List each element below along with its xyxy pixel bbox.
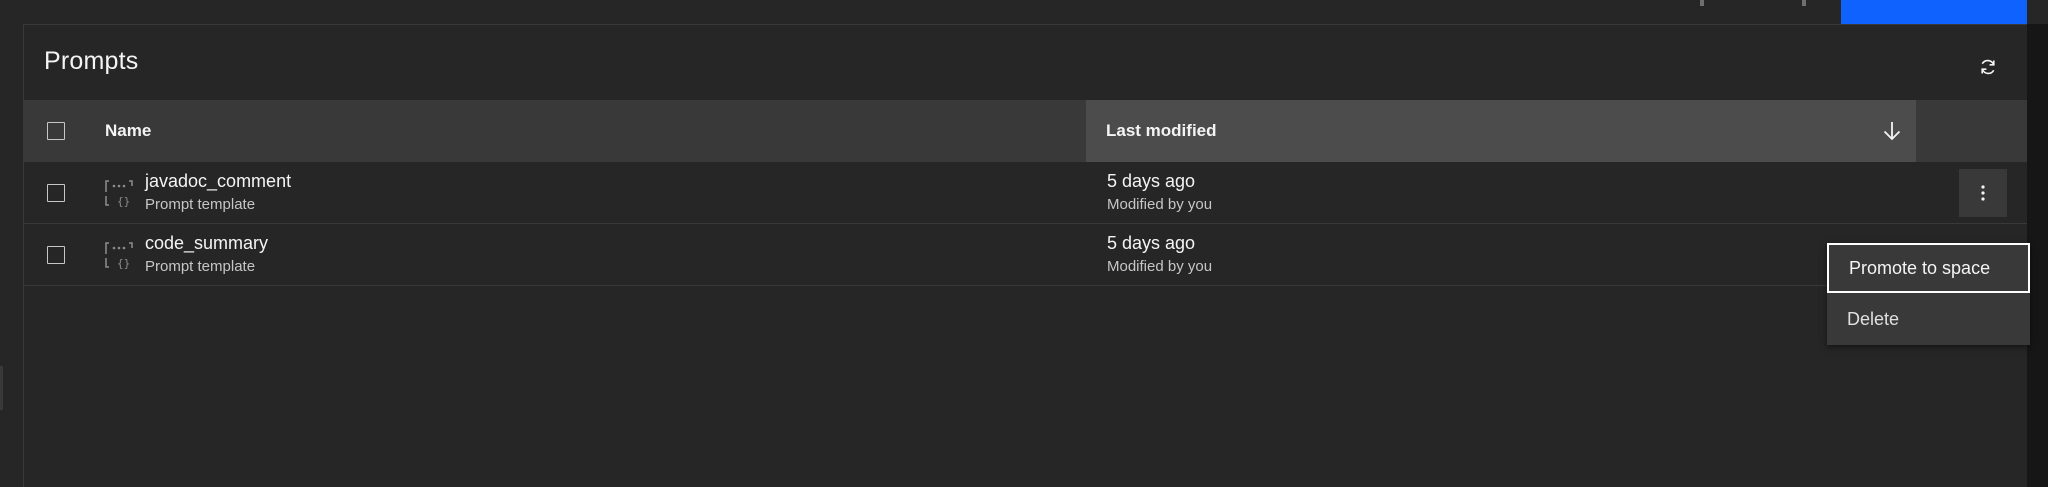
overflow-menu-vertical-icon [1981,185,1985,201]
menu-item-promote-to-space[interactable]: Promote to space [1827,243,2030,293]
table-header: Name Last modified [24,100,2027,162]
column-header-name[interactable]: Name [105,121,151,141]
table-row[interactable]: {} code_summary Prompt template 5 days a… [24,224,2027,286]
arrow-down-icon[interactable] [1879,118,1905,144]
menu-item-delete[interactable]: Delete [1827,294,2030,344]
prompt-template-icon: {} [105,242,133,270]
row-checkbox[interactable] [47,246,65,264]
top-bar-fragment [1700,0,1704,6]
top-bar [0,0,2048,25]
row-name[interactable]: code_summary [145,233,268,254]
column-header-last-modified-label: Last modified [1106,121,1217,140]
primary-action-button[interactable] [1841,0,2027,24]
column-header-last-modified[interactable]: Last modified [1086,100,1916,162]
right-edge [2027,24,2048,487]
prompts-table: Name Last modified {} javadoc_comment Pr… [24,100,2027,286]
panel-title: Prompts [44,47,139,75]
row-type: Prompt template [145,196,256,213]
overflow-menu: Promote to space Delete [1827,243,2030,345]
svg-text:{}: {} [117,195,130,208]
row-modified-by: Modified by you [1107,258,1213,275]
row-checkbox[interactable] [47,184,65,202]
row-type: Prompt template [145,258,256,275]
prompt-template-icon: {} [105,180,133,208]
select-all-checkbox[interactable] [47,122,65,140]
rail-resize-handle[interactable] [0,366,3,410]
svg-text:{}: {} [117,257,130,270]
row-name[interactable]: javadoc_comment [145,171,291,192]
row-modified-by: Modified by you [1107,196,1213,213]
overflow-menu-button[interactable] [1959,169,2007,217]
refresh-icon [1981,59,1995,75]
row-modified: 5 days ago [1107,233,1196,253]
refresh-button[interactable] [1968,47,2008,87]
left-rail [0,24,24,487]
table-row[interactable]: {} javadoc_comment Prompt template 5 day… [24,162,2027,224]
top-bar-fragment [1802,0,1806,6]
row-modified: 5 days ago [1107,171,1196,191]
prompts-panel: Prompts Name Last modified {} javadoc_co… [24,25,2030,487]
